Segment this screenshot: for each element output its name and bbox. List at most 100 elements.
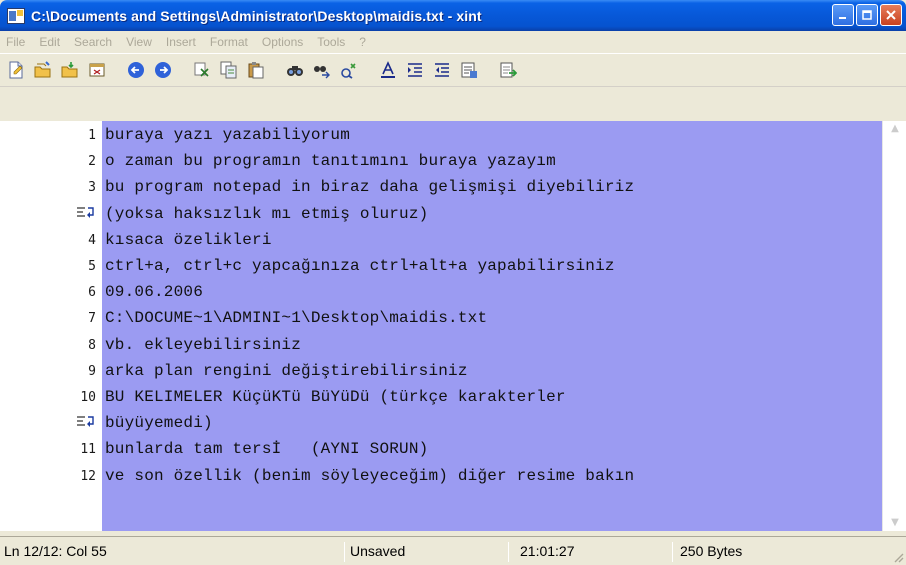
line-number: 1 (88, 128, 96, 143)
menu-format[interactable]: Format (210, 35, 248, 49)
editor-line[interactable]: 7 C:\DOCUME~1\ADMINI~1\Desktop\maidis.txt (0, 305, 906, 331)
cut-icon (194, 62, 209, 77)
export-icon (500, 62, 517, 78)
editor-line[interactable]: 5 ctrl+a, ctrl+c yapcağınıza ctrl+alt+a y… (0, 253, 906, 279)
export-button[interactable] (497, 59, 519, 81)
app-icon[interactable] (7, 7, 25, 24)
editor-line[interactable]: 4 kısaca özelikleri (0, 227, 906, 253)
find-next-button[interactable] (311, 59, 333, 81)
line-number: 5 (88, 259, 96, 274)
indent-icon (408, 63, 422, 77)
editor-line[interactable]: 11 bunlarda tam tersİ (AYNI SORUN) (0, 436, 906, 462)
close-icon (886, 10, 896, 20)
title-bar[interactable]: C:\Documents and Settings\Administrator\… (0, 0, 906, 31)
toolbar (0, 53, 906, 87)
window-controls (832, 4, 902, 26)
redo-button[interactable] (152, 59, 174, 81)
line-text: bunlarda tam tersİ (AYNI SORUN) (105, 440, 429, 459)
maximize-button[interactable] (856, 4, 878, 26)
line-number: 6 (88, 285, 96, 301)
editor-line[interactable]: (yoksa haksızlık mı etmiş oluruz) (0, 201, 906, 227)
line-text: o zaman bu programın tanıtımını buraya y… (105, 152, 556, 171)
replace-button[interactable] (338, 59, 360, 81)
line-number: 7 (88, 311, 96, 327)
line-number: 12 (80, 468, 96, 484)
open-file-button[interactable] (32, 59, 54, 81)
editor-line[interactable]: 12 ve son özellik (benim söyleyeceğim) di… (0, 463, 906, 489)
menu-insert[interactable]: Insert (166, 35, 196, 49)
editor-line[interactable]: 2 o zaman bu programın tanıtımını buraya … (0, 148, 906, 174)
undo-button[interactable] (125, 59, 147, 81)
copy-icon (220, 61, 237, 79)
line-text: (yoksa haksızlık mı etmiş oluruz) (105, 204, 429, 223)
close-file-button[interactable] (86, 59, 108, 81)
font-icon (381, 61, 395, 78)
cursor-position: Ln 12/12: Col 55 (4, 543, 107, 559)
editor-line[interactable]: 1 buraya yazı yazabiliyorum (0, 122, 906, 148)
outdent-button[interactable] (431, 59, 453, 81)
save-file-button[interactable] (59, 59, 81, 81)
paste-button[interactable] (245, 59, 267, 81)
line-text: 09.06.2006 (105, 283, 204, 302)
scroll-down-icon[interactable]: ▼ (887, 517, 903, 529)
close-file-icon (89, 63, 105, 77)
properties-button[interactable] (458, 59, 480, 81)
menu-bar: File Edit Search View Insert Format Opti… (0, 31, 906, 53)
replace-icon (341, 63, 356, 79)
maximize-icon (862, 10, 872, 20)
editor-line[interactable]: 9 arka plan rengini değiştirebilirsiniz (0, 358, 906, 384)
line-number: 11 (80, 442, 96, 458)
paste-icon (248, 62, 264, 79)
line-text: büyüyemedi) (105, 414, 213, 433)
saved-status: Unsaved (350, 543, 406, 559)
copy-button[interactable] (218, 59, 240, 81)
menu-tools[interactable]: Tools (317, 35, 345, 49)
new-file-button[interactable] (5, 59, 27, 81)
editor-line[interactable]: 3 bu program notepad in biraz daha gelişm… (0, 174, 906, 200)
resize-grip-icon[interactable] (892, 551, 904, 563)
editor-line[interactable]: 8 vb. ekleyebilirsiniz (0, 332, 906, 358)
outdent-icon (435, 63, 449, 77)
close-button[interactable] (880, 4, 902, 26)
line-text: arka plan rengini değiştirebilirsiniz (105, 361, 468, 380)
save-file-icon (61, 62, 78, 78)
cut-button[interactable] (191, 59, 213, 81)
line-number: 9 (88, 363, 96, 379)
menu-edit[interactable]: Edit (39, 35, 60, 49)
menu-search[interactable]: Search (74, 35, 112, 49)
redo-icon (155, 62, 171, 78)
line-number: 2 (88, 154, 96, 170)
find-button[interactable] (284, 59, 306, 81)
properties-icon (461, 62, 477, 78)
line-text: BU KELIMELER KüçüKTü BüYüDü (türkçe kara… (105, 388, 566, 406)
line-number: 8 (88, 337, 96, 353)
editor-line[interactable]: 6 09.06.2006 (0, 279, 906, 305)
find-icon (287, 66, 303, 76)
line-text: vb. ekleyebilirsiniz (105, 335, 302, 354)
line-text: C:\DOCUME~1\ADMINI~1\Desktop\maidis.txt (105, 309, 488, 328)
editor[interactable]: ▲ ▼ 1 buraya yazı yazabiliyorum 2 o zaman b… (0, 121, 906, 531)
line-text: ve son özellik (benim söyleyeceğim) diğe… (105, 466, 635, 485)
menu-view[interactable]: View (126, 35, 152, 49)
line-wrap-icon (77, 416, 94, 428)
file-size: 250 Bytes (680, 543, 743, 559)
new-file-icon (9, 61, 23, 79)
line-wrap-icon (77, 206, 94, 218)
indent-button[interactable] (404, 59, 426, 81)
editor-line[interactable]: büyüyemedi) (0, 410, 906, 436)
font-button[interactable] (377, 59, 399, 81)
open-file-icon (34, 61, 51, 78)
window-title: C:\Documents and Settings\Administrator\… (31, 7, 482, 24)
line-number: 10 (80, 390, 96, 405)
menu-file[interactable]: File (6, 35, 25, 49)
line-text: bu program notepad in biraz daha gelişmi… (105, 178, 635, 197)
status-bar: Ln 12/12: Col 55 Unsaved 21:01:27 250 By… (0, 536, 906, 565)
line-text: ctrl+a, ctrl+c yapcağınıza ctrl+alt+a ya… (105, 257, 615, 275)
menu-options[interactable]: Options (262, 35, 303, 49)
editor-line[interactable]: 10 BU KELIMELER KüçüKTü BüYüDü (türkçe ka… (0, 384, 906, 410)
clock-time: 21:01:27 (520, 543, 575, 559)
menu-help[interactable]: ? (359, 35, 366, 49)
line-number: 4 (88, 232, 96, 248)
line-text: buraya yazı yazabiliyorum (105, 126, 351, 144)
minimize-button[interactable] (832, 4, 854, 26)
